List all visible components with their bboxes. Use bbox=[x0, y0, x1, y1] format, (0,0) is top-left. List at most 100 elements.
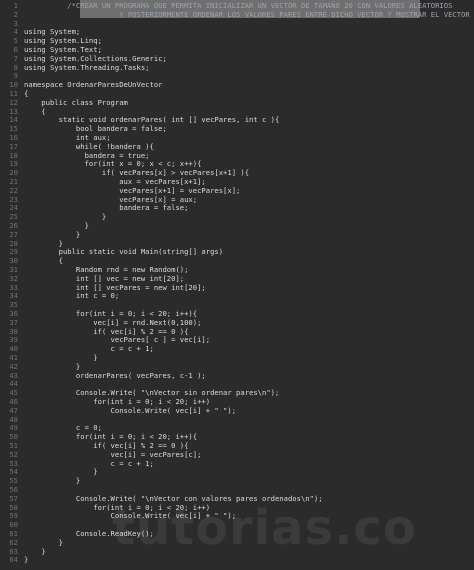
code-text: c = c + 1; bbox=[24, 344, 154, 354]
code-line[interactable]: 42 } bbox=[0, 362, 80, 371]
code-line[interactable]: 34 int c = 0; bbox=[0, 291, 119, 300]
line-number: 54 bbox=[9, 467, 18, 477]
line-number: 35 bbox=[9, 300, 18, 310]
code-line[interactable]: 60 bbox=[0, 520, 24, 529]
code-line[interactable]: 37 vec[i] = rnd.Next(0,100); bbox=[0, 318, 201, 327]
line-number: 18 bbox=[9, 150, 18, 160]
code-text: while( !bandera ){ bbox=[24, 141, 154, 151]
code-line[interactable]: 26 } bbox=[0, 221, 89, 230]
line-number: 28 bbox=[9, 238, 18, 248]
code-line[interactable]: 7 using System.Collections.Generic; bbox=[0, 54, 167, 63]
code-line[interactable]: 43 ordenarPares( vecPares, c-1 ); bbox=[0, 371, 205, 380]
code-line[interactable]: 35 bbox=[0, 300, 24, 309]
line-number: 37 bbox=[9, 317, 18, 327]
line-number: 41 bbox=[9, 353, 18, 362]
code-text: static void ordenarPares( int [] vecPare… bbox=[24, 115, 280, 125]
code-line[interactable]: 17 while( !bandera ){ bbox=[0, 141, 154, 151]
code-line[interactable]: 16 int aux; bbox=[0, 133, 110, 142]
code-line[interactable]: 47 Console.Write( vec[i] + " "); bbox=[0, 406, 236, 415]
code-text: vec[i] = rnd.Next(0,100); bbox=[24, 317, 202, 327]
line-number: 33 bbox=[9, 282, 18, 292]
line-number: 45 bbox=[9, 388, 18, 398]
code-text: aux = vecPares[x+1]; bbox=[24, 177, 206, 186]
code-text: Console.Write( "\nVector sin ordenar par… bbox=[24, 388, 280, 398]
code-line[interactable]: 24 bandera = false; bbox=[0, 203, 188, 212]
code-line[interactable]: 9 bbox=[0, 71, 24, 80]
code-line[interactable]: 64} bbox=[0, 555, 28, 564]
code-text: int [] vecPares = new int[20]; bbox=[24, 282, 206, 292]
code-line[interactable]: 1 /*CREAR UN PROGRAMA QUE PERMITA INICIA… bbox=[0, 1, 453, 10]
code-line[interactable]: 4 using System; bbox=[0, 27, 81, 36]
line-number: 25 bbox=[9, 212, 18, 222]
code-line[interactable]: 29 public static void Main(string[] args… bbox=[0, 247, 223, 256]
line-number: 49 bbox=[9, 423, 18, 433]
code-line[interactable]: 40 c = c + 1; bbox=[0, 344, 154, 354]
code-line[interactable]: 14 static void ordenarPares( int [] vecP… bbox=[0, 115, 279, 124]
code-line[interactable]: 51 if( vec[i] % 2 == 0 ){ bbox=[0, 441, 188, 450]
code-line[interactable]: 27 } bbox=[0, 230, 80, 239]
code-line[interactable]: 22 vecPares[x+1] = vecPares[x]; bbox=[0, 186, 240, 195]
code-text: using System.Text; bbox=[24, 45, 102, 54]
code-line[interactable]: 31 Random rnd = new Random(); bbox=[0, 265, 188, 274]
code-line[interactable]: 33 int [] vecPares = new int[20]; bbox=[0, 282, 206, 292]
code-text: c = c + 1; bbox=[24, 458, 154, 468]
code-line[interactable]: 12 public class Program bbox=[0, 98, 128, 107]
code-line[interactable]: 56 bbox=[0, 485, 24, 494]
line-number: 17 bbox=[9, 141, 18, 151]
line-number: 22 bbox=[9, 185, 18, 195]
line-number: 59 bbox=[9, 511, 18, 521]
code-line[interactable]: 63 } bbox=[0, 546, 45, 556]
code-line[interactable]: 21 aux = vecPares[x+1]; bbox=[0, 177, 206, 186]
code-line[interactable]: 6 using System.Text; bbox=[0, 45, 102, 54]
code-line[interactable]: 50 for(int i = 0; i < 20; i++){ bbox=[0, 432, 197, 441]
code-text: } bbox=[24, 212, 107, 222]
code-line[interactable]: 32 int [] vec = new int[20]; bbox=[0, 274, 184, 283]
code-line[interactable]: 19 for(int x = 0; x < c; x++){ bbox=[0, 159, 201, 168]
code-line[interactable]: 20 if( vecPares[x] > vecPares[x+1] ){ bbox=[0, 168, 249, 177]
watermark: tutorias.co bbox=[112, 500, 417, 556]
code-line[interactable]: 55 } bbox=[0, 476, 80, 485]
code-line[interactable]: 13 { bbox=[0, 106, 45, 116]
line-number: 63 bbox=[9, 546, 18, 556]
code-line[interactable]: 18 bandera = true; bbox=[0, 150, 149, 160]
line-number: 51 bbox=[9, 441, 18, 450]
code-line[interactable]: 45 Console.Write( "\nVector sin ordenar … bbox=[0, 388, 279, 397]
line-number: 34 bbox=[9, 291, 18, 301]
code-line[interactable]: 2 Y POSTERIORMENTE ORDENAR LOS VALORES P… bbox=[0, 10, 474, 19]
code-line[interactable]: 28 } bbox=[0, 239, 63, 248]
line-number: 10 bbox=[9, 80, 18, 90]
code-line[interactable]: 52 vec[i] = vecPares[c]; bbox=[0, 450, 201, 459]
code-line[interactable]: 5 using System.Linq; bbox=[0, 36, 102, 45]
code-text: if( vecPares[x] > vecPares[x+1] ){ bbox=[24, 168, 250, 178]
line-number: 38 bbox=[9, 326, 18, 336]
code-line[interactable]: 41 } bbox=[0, 353, 97, 362]
line-number: 13 bbox=[9, 106, 18, 116]
code-text: { bbox=[24, 256, 63, 266]
code-line[interactable]: 15 bool bandera = false; bbox=[0, 124, 166, 133]
code-line[interactable]: 10 namespace OrdenarParesDeUnVector bbox=[0, 80, 162, 89]
code-line[interactable]: 49 c = 0; bbox=[0, 423, 102, 432]
code-line[interactable]: 8 using System.Threading.Tasks; bbox=[0, 63, 150, 72]
code-line[interactable]: 25 } bbox=[0, 212, 106, 221]
code-editor[interactable]: 1 /*CREAR UN PROGRAMA QUE PERMITA INICIA… bbox=[0, 0, 474, 570]
code-line[interactable]: 23 vecPares[x] = aux; bbox=[0, 195, 197, 204]
code-text: using System.Collections.Generic; bbox=[24, 53, 167, 63]
code-line[interactable]: 39 vecPares[ c ] = vec[i]; bbox=[0, 335, 210, 344]
code-text: { bbox=[24, 89, 29, 98]
code-text: public class Program bbox=[24, 97, 128, 107]
code-line[interactable]: 11 { bbox=[0, 89, 28, 98]
code-line[interactable]: 44 bbox=[0, 379, 24, 388]
line-number: 29 bbox=[9, 247, 18, 257]
code-line[interactable]: 38 if( vec[i] % 2 == 0 ){ bbox=[0, 327, 188, 336]
code-line[interactable]: 54 } bbox=[0, 467, 97, 477]
code-line[interactable]: 48 bbox=[0, 415, 24, 424]
code-line[interactable]: 46 for(int i = 0; i < 20; i++) bbox=[0, 397, 210, 406]
code-line[interactable]: 36 for(int i = 0; i < 20; i++){ bbox=[0, 309, 197, 318]
line-number: 7 bbox=[13, 53, 18, 63]
line-number: 64 bbox=[9, 555, 18, 565]
code-line[interactable]: 62 } bbox=[0, 538, 63, 547]
code-text: bandera = false; bbox=[24, 203, 189, 213]
code-line[interactable]: 53 c = c + 1; bbox=[0, 458, 154, 468]
code-line[interactable]: 30 { bbox=[0, 256, 63, 265]
code-line[interactable]: 3 bbox=[0, 19, 24, 28]
